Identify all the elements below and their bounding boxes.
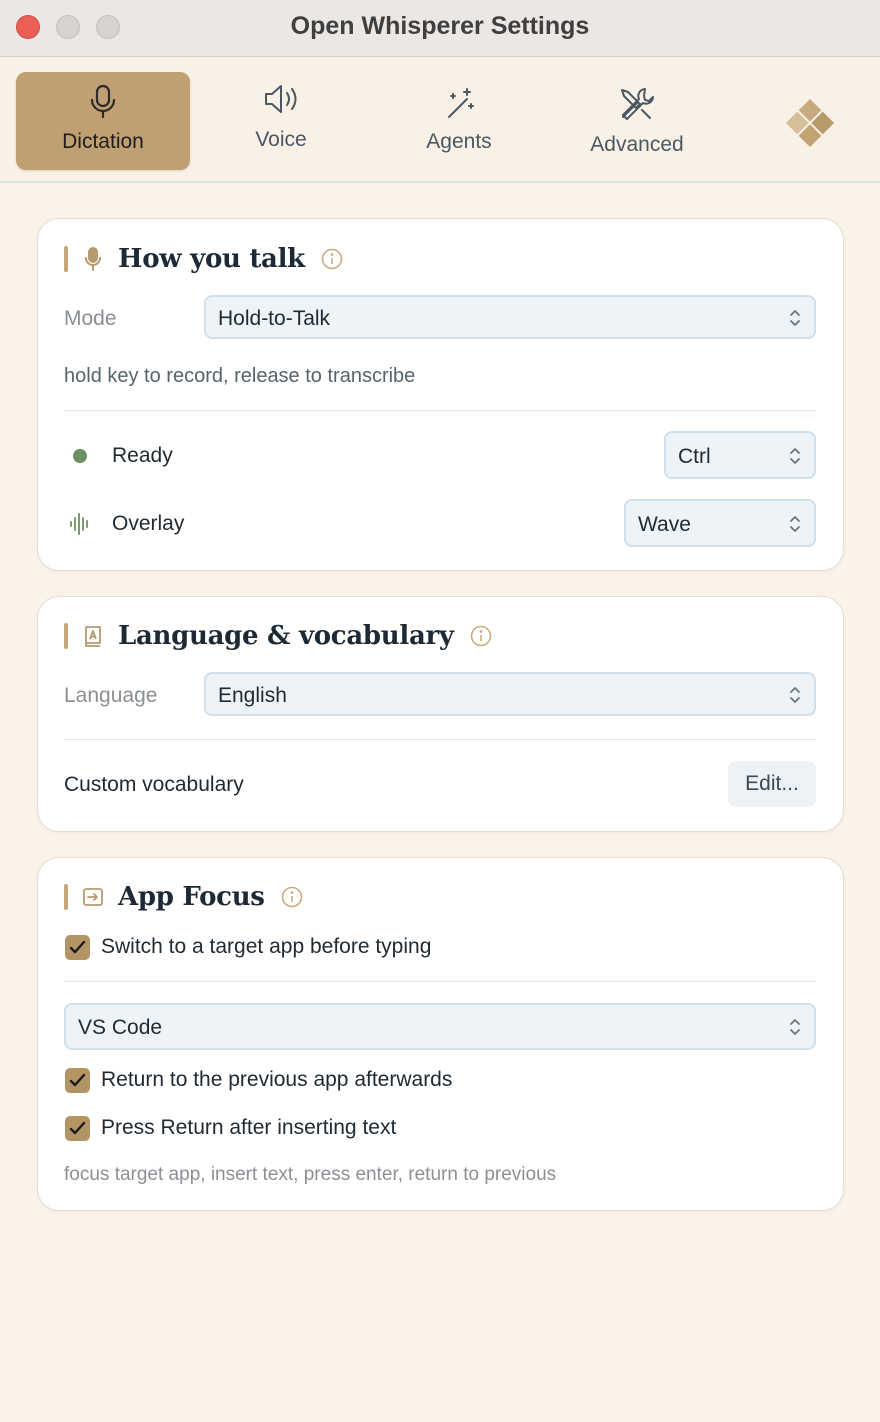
section-accent-bar	[64, 884, 68, 910]
overlay-select[interactable]: Wave	[624, 499, 816, 547]
section-title: App Focus	[118, 882, 265, 912]
tab-agents[interactable]: Agents	[372, 72, 546, 170]
switch-app-icon	[83, 888, 103, 906]
section-title: How you talk	[118, 244, 305, 274]
press-return-checkbox[interactable]	[65, 1116, 90, 1141]
waveform-icon	[70, 513, 88, 535]
dictionary-icon	[85, 626, 101, 647]
microphone-icon	[90, 84, 116, 119]
section-header: App Focus	[64, 882, 303, 912]
divider	[64, 410, 816, 411]
divider	[64, 981, 816, 982]
section-title: Language & vocabulary	[118, 621, 454, 651]
edit-vocabulary-button[interactable]: Edit...	[728, 761, 816, 807]
section-header: Language & vocabulary	[64, 621, 492, 651]
tab-bar: Dictation Voice Agents Advanced	[0, 57, 880, 183]
app-focus-hint: focus target app, insert text, press ent…	[64, 1164, 557, 1185]
updown-chevron-icon	[790, 516, 800, 532]
tools-icon	[621, 88, 654, 120]
mode-select[interactable]: Hold-to-Talk	[204, 295, 816, 339]
return-previous-checkbox[interactable]	[65, 1068, 90, 1093]
section-accent-bar	[64, 246, 68, 272]
tab-dictation[interactable]: Dictation	[16, 72, 190, 170]
target-app-value: VS Code	[78, 1016, 163, 1039]
app-focus-card: App Focus Switch to a target app before …	[37, 857, 844, 1211]
tab-advanced[interactable]: Advanced	[550, 72, 724, 170]
language-select[interactable]: English	[204, 672, 816, 716]
language-label: Language	[64, 684, 158, 707]
language-value: English	[218, 684, 287, 707]
tab-label: Dictation	[62, 130, 144, 153]
overlay-value: Wave	[638, 513, 691, 536]
hotkey-value: Ctrl	[678, 445, 711, 468]
tab-voice[interactable]: Voice	[194, 72, 368, 170]
mode-value: Hold-to-Talk	[218, 307, 331, 330]
return-previous-label: Return to the previous app afterwards	[101, 1068, 453, 1091]
magic-wand-icon	[448, 88, 474, 118]
section-header: How you talk	[64, 244, 343, 274]
mode-hint: hold key to record, release to transcrib…	[64, 365, 416, 387]
checkmark-icon	[69, 1121, 86, 1135]
status-ready-indicator	[73, 449, 87, 463]
target-app-select[interactable]: VS Code	[64, 1003, 816, 1050]
tab-label: Voice	[255, 128, 307, 151]
status-label: Ready	[112, 444, 173, 467]
mode-label: Mode	[64, 307, 117, 330]
info-icon[interactable]	[321, 248, 343, 270]
info-icon[interactable]	[470, 625, 492, 647]
language-card: Language & vocabulary Language English C…	[37, 596, 844, 832]
how-you-talk-card: How you talk Mode Hold-to-Talk hold key …	[37, 218, 844, 571]
tab-label: Agents	[426, 130, 492, 153]
hotkey-select[interactable]: Ctrl	[664, 431, 816, 479]
updown-chevron-icon	[790, 687, 800, 703]
section-accent-bar	[64, 623, 68, 649]
window-title: Open Whisperer Settings	[290, 12, 590, 40]
press-return-label: Press Return after inserting text	[101, 1116, 397, 1139]
app-logo-icon	[785, 98, 835, 148]
checkmark-icon	[69, 940, 86, 954]
checkmark-icon	[69, 1073, 86, 1087]
microphone-icon	[85, 247, 101, 271]
settings-window: Open Whisperer Settings Dictation Voice …	[0, 0, 880, 1422]
edit-button-label: Edit...	[745, 772, 799, 795]
speaker-icon	[265, 85, 297, 113]
switch-target-label: Switch to a target app before typing	[101, 935, 432, 958]
updown-chevron-icon	[790, 1019, 800, 1035]
custom-vocabulary-label: Custom vocabulary	[64, 773, 244, 796]
updown-chevron-icon	[790, 448, 800, 464]
info-icon[interactable]	[281, 886, 303, 908]
switch-target-checkbox[interactable]	[65, 935, 90, 960]
divider	[64, 739, 816, 740]
overlay-label: Overlay	[112, 512, 185, 535]
updown-chevron-icon	[790, 310, 800, 326]
tab-label: Advanced	[590, 133, 684, 156]
title-bar: Open Whisperer Settings	[0, 0, 880, 57]
